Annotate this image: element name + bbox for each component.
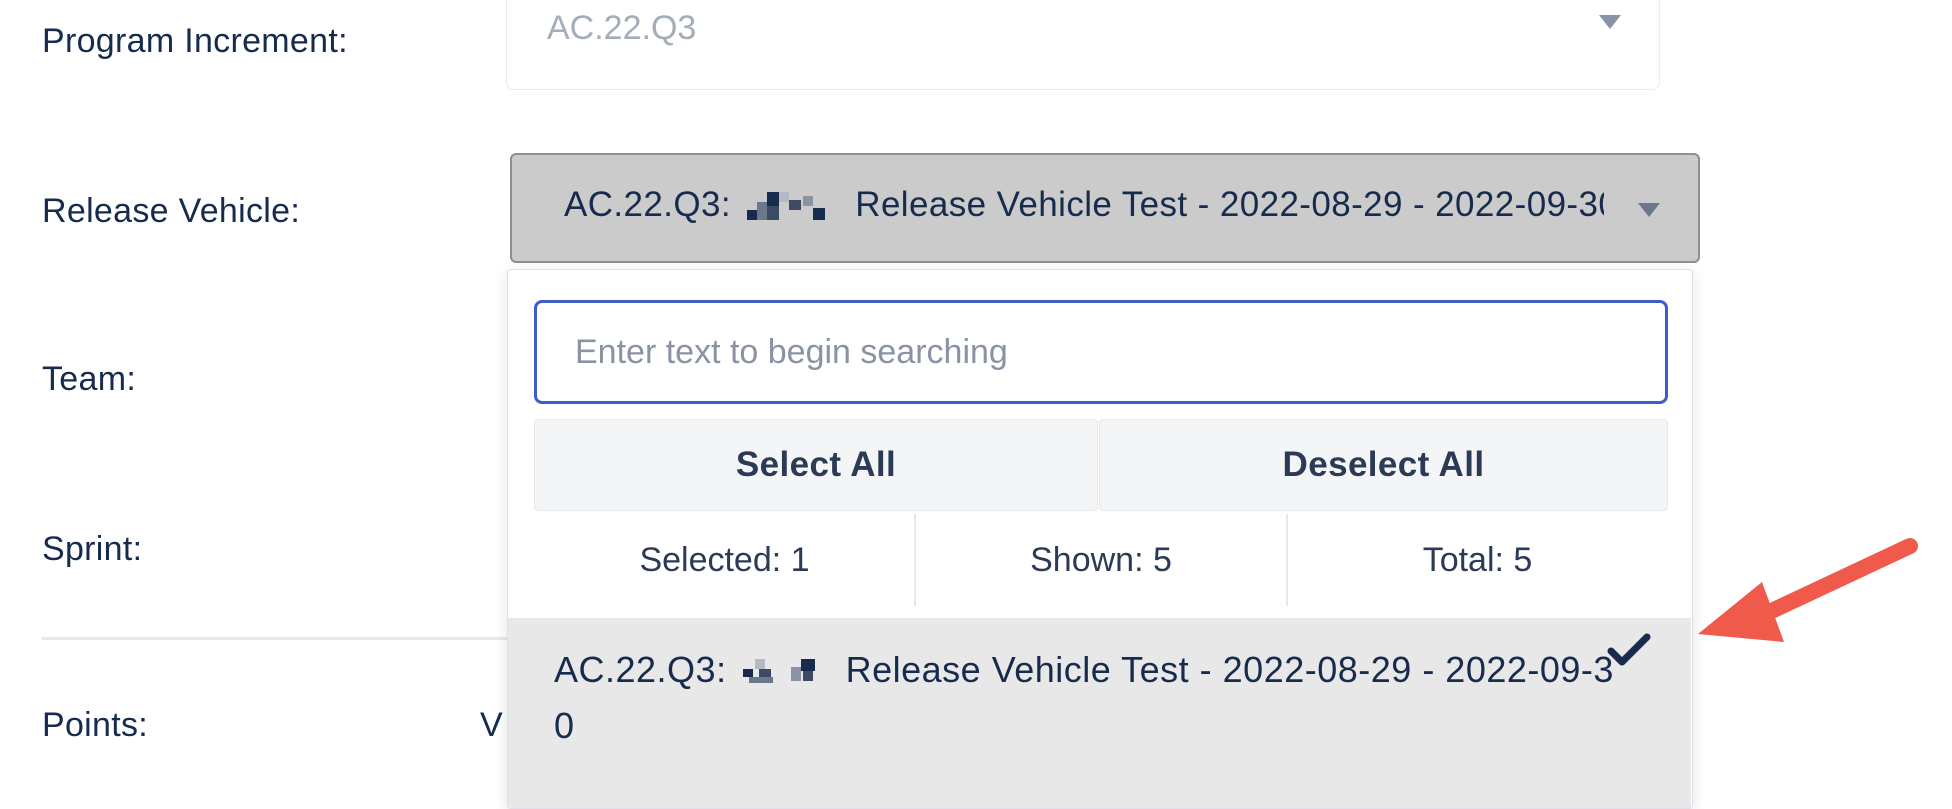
release-vehicle-value: AC.22.Q3: Release Vehicle Test - 2022-08…: [564, 185, 1604, 226]
check-icon: [1607, 633, 1651, 666]
shown-count: Shown: 5: [1030, 540, 1172, 579]
red-arrow-icon: [1698, 538, 1918, 642]
team-label: Team:: [42, 360, 137, 398]
points-label: Points:: [42, 706, 149, 744]
selected-count: Selected: 1: [639, 540, 810, 579]
release-vehicle-value-suffix: Release Vehicle Test - 2022-08-29 - 2022…: [855, 185, 1604, 224]
option-label: AC.22.Q3: Release Vehicle Test - 2022-08…: [554, 642, 1614, 754]
release-vehicle-select[interactable]: AC.22.Q3: Release Vehicle Test - 2022-08…: [510, 153, 1700, 263]
release-vehicle-dropdown: Select All Deselect All Selected: 1 Show…: [507, 269, 1693, 809]
dropdown-option-selected[interactable]: AC.22.Q3: Release Vehicle Test - 2022-08…: [508, 618, 1691, 808]
release-vehicle-value-prefix: AC.22.Q3:: [564, 185, 732, 224]
program-increment-value: AC.22.Q3: [547, 9, 697, 47]
section-divider: [42, 637, 512, 640]
sprint-label: Sprint:: [42, 530, 143, 568]
redacted-mosaic-icon: [747, 191, 826, 220]
deselect-all-button[interactable]: Deselect All: [1099, 419, 1668, 511]
redacted-mosaic-icon: [743, 659, 816, 684]
points-value-partial: V: [480, 706, 503, 744]
chevron-down-icon[interactable]: [1638, 203, 1660, 217]
program-increment-label: Program Increment:: [42, 22, 348, 60]
total-count: Total: 5: [1422, 540, 1533, 579]
selection-stats: Selected: 1 Shown: 5 Total: 5: [534, 514, 1668, 606]
search-input[interactable]: [534, 300, 1668, 404]
release-vehicle-label: Release Vehicle:: [42, 192, 301, 230]
chevron-down-icon: [1599, 15, 1621, 29]
program-increment-select: AC.22.Q3: [506, 0, 1660, 90]
option-label-prefix: AC.22.Q3:: [554, 649, 727, 690]
select-all-button[interactable]: Select All: [534, 419, 1098, 511]
